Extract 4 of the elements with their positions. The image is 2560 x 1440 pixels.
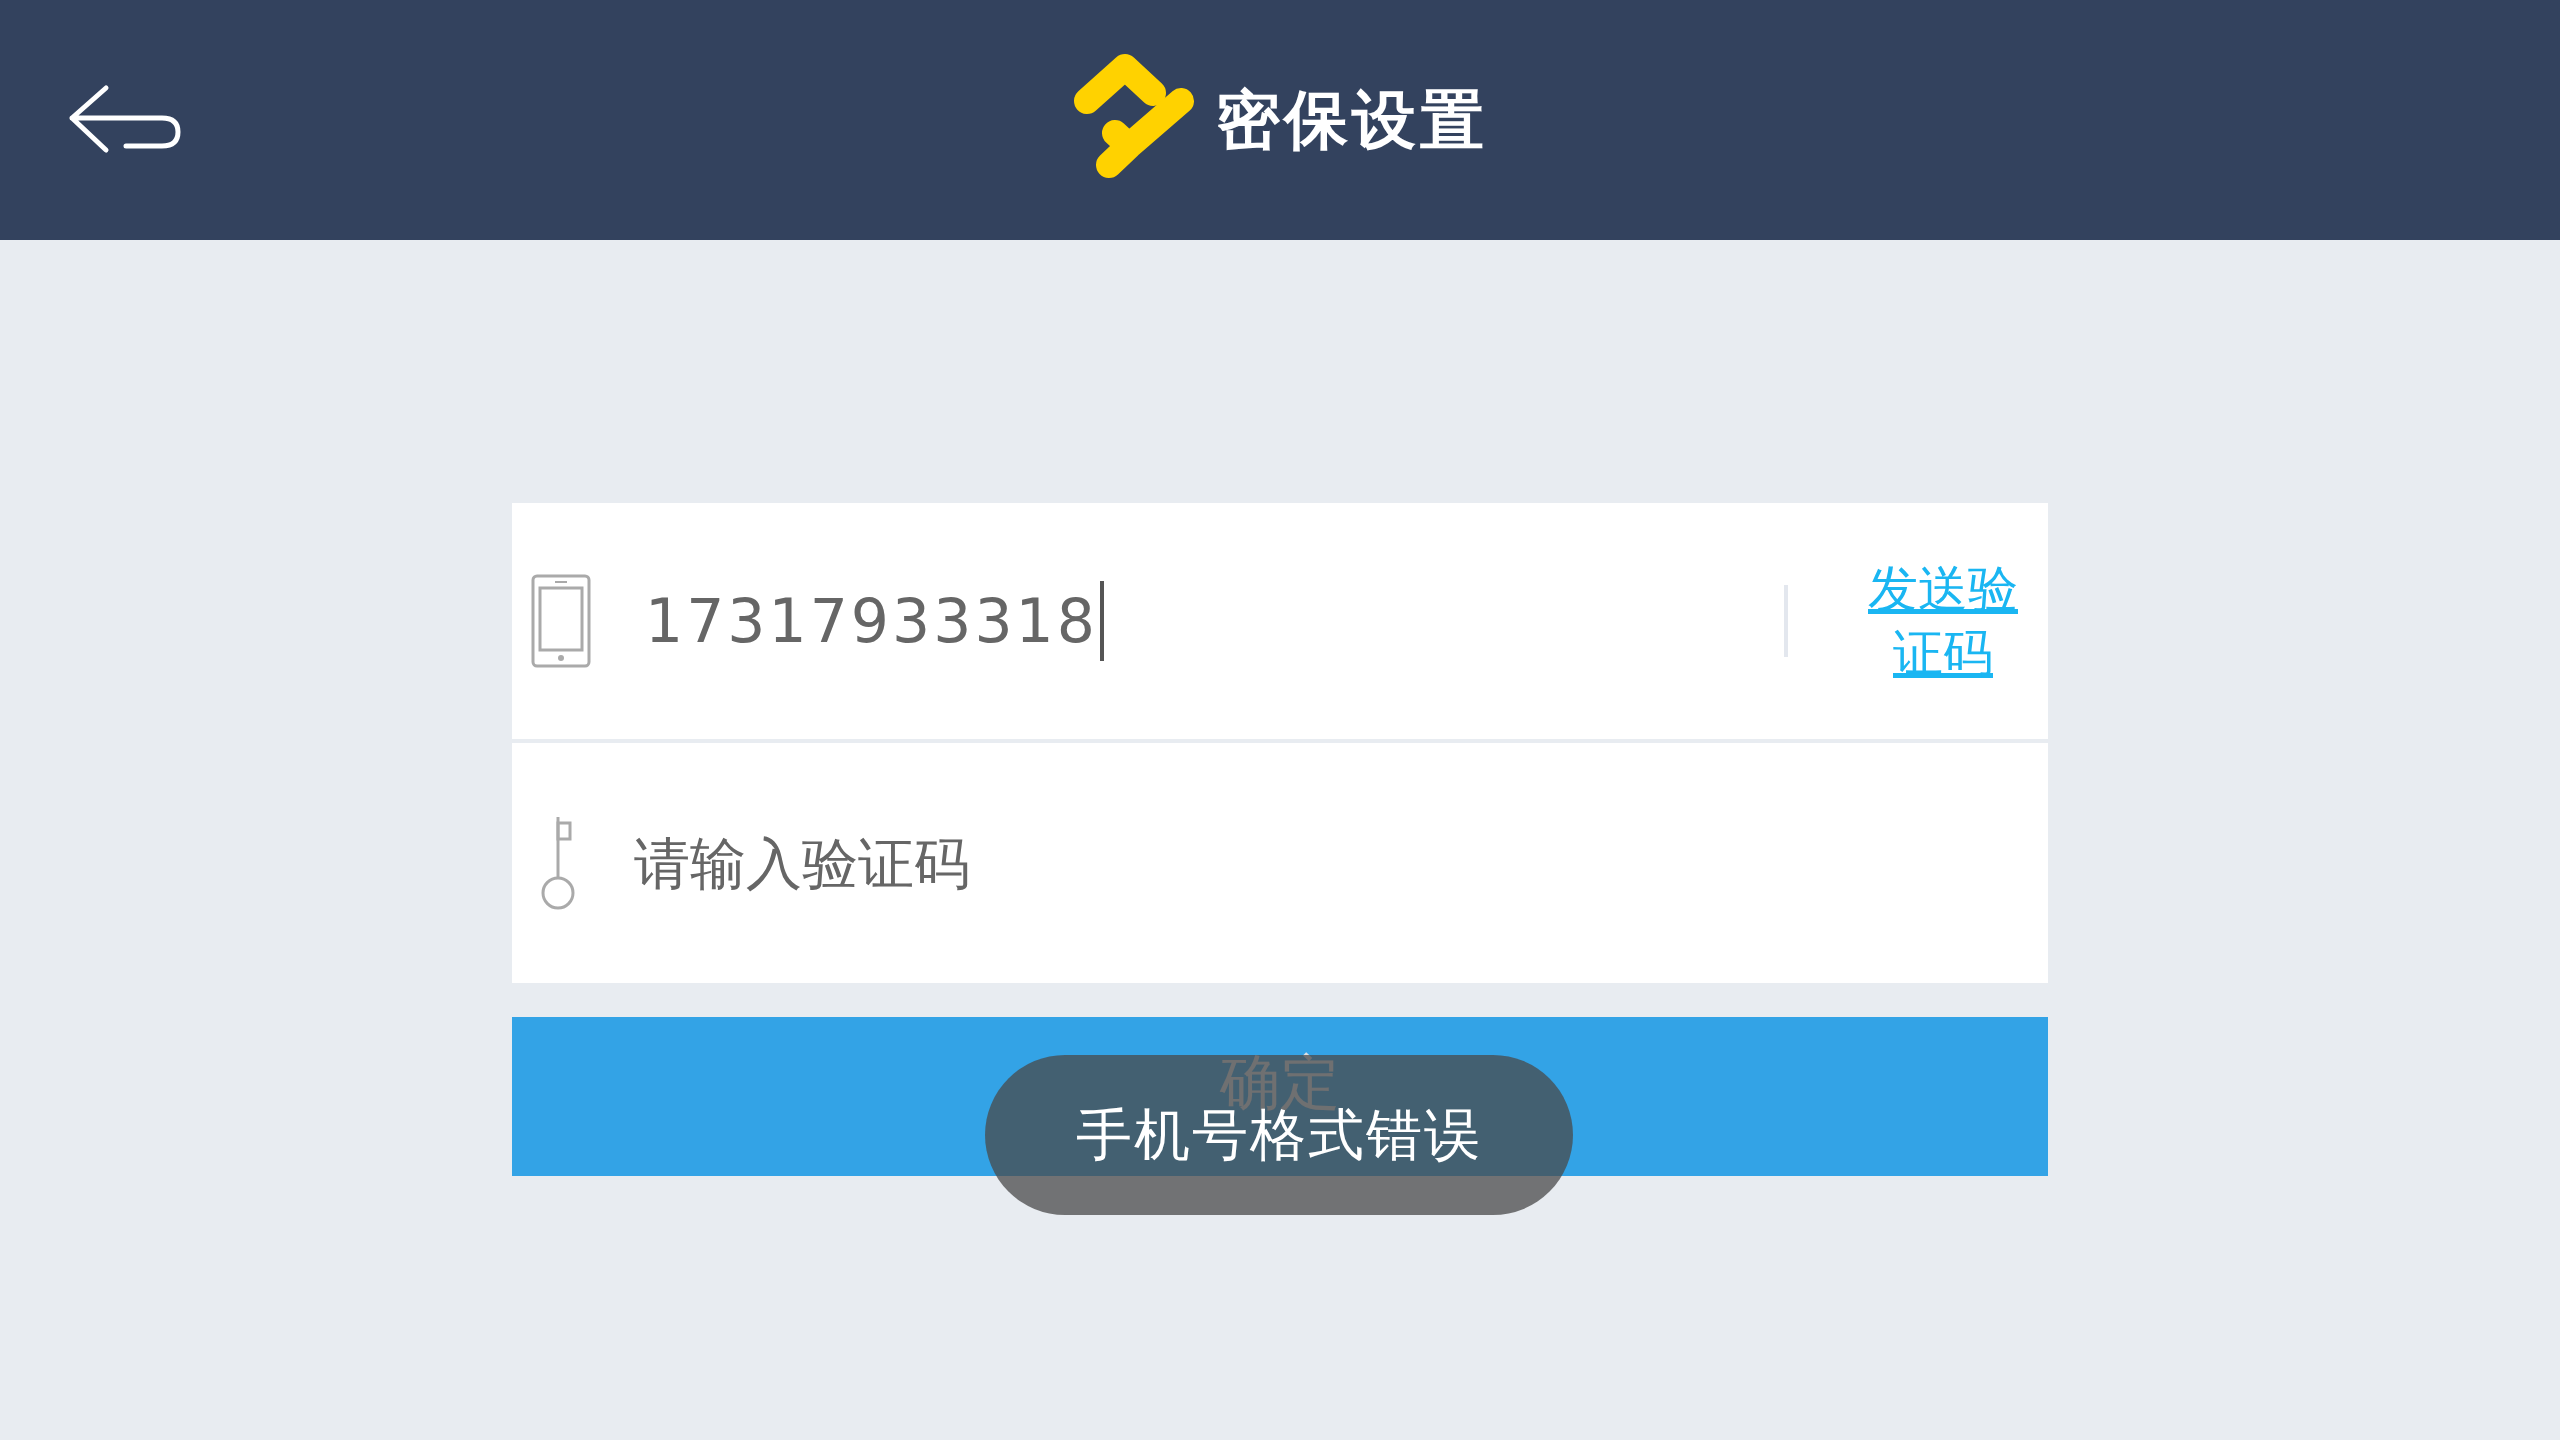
phone-icon (531, 574, 591, 668)
phone-input[interactable]: 17317933318 (645, 571, 1784, 671)
page-title: 密保设置 (1215, 82, 1488, 159)
code-input[interactable]: 请输入验证码 (634, 813, 2048, 913)
